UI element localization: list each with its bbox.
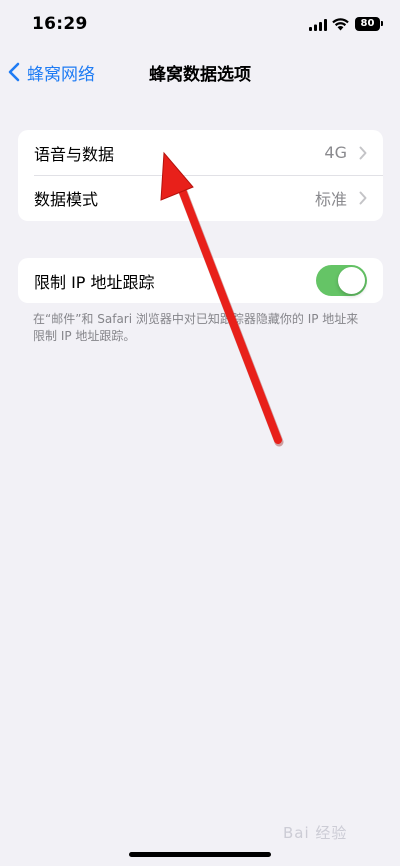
battery-icon: 80 <box>355 17 380 31</box>
signal-icon <box>309 19 327 31</box>
limit-ip-tracking-toggle[interactable] <box>316 265 367 296</box>
row-limit-ip-tracking: 限制 IP 地址跟踪 <box>18 258 383 303</box>
chevron-right-icon <box>359 146 367 159</box>
status-bar: 16:29 80 <box>0 0 400 50</box>
row-label: 数据模式 <box>34 189 99 209</box>
status-time: 16:29 <box>32 14 88 34</box>
watermark: Bai 经验 <box>283 824 348 842</box>
home-indicator <box>129 852 271 857</box>
row-value: 标准 <box>314 189 347 209</box>
page-title: 蜂窝数据选项 <box>149 65 251 85</box>
row-data-mode[interactable]: 数据模式 标准 <box>18 175 383 220</box>
toggle-knob <box>338 267 365 294</box>
settings-group-ip-tracking: 限制 IP 地址跟踪 <box>18 258 383 303</box>
row-label: 限制 IP 地址跟踪 <box>34 272 155 292</box>
row-label: 语音与数据 <box>34 144 115 164</box>
battery-nub <box>381 21 383 26</box>
chevron-right-icon <box>359 191 367 204</box>
wifi-icon <box>332 18 349 31</box>
footer-note: 在“邮件”和 Safari 浏览器中对已知跟踪器隐藏你的 IP 地址来限制 IP… <box>33 312 359 343</box>
row-voice-and-data[interactable]: 语音与数据 4G <box>18 130 383 175</box>
row-value: 4G <box>324 143 347 162</box>
settings-group-cellular: 语音与数据 4G 数据模式 标准 <box>18 130 383 221</box>
